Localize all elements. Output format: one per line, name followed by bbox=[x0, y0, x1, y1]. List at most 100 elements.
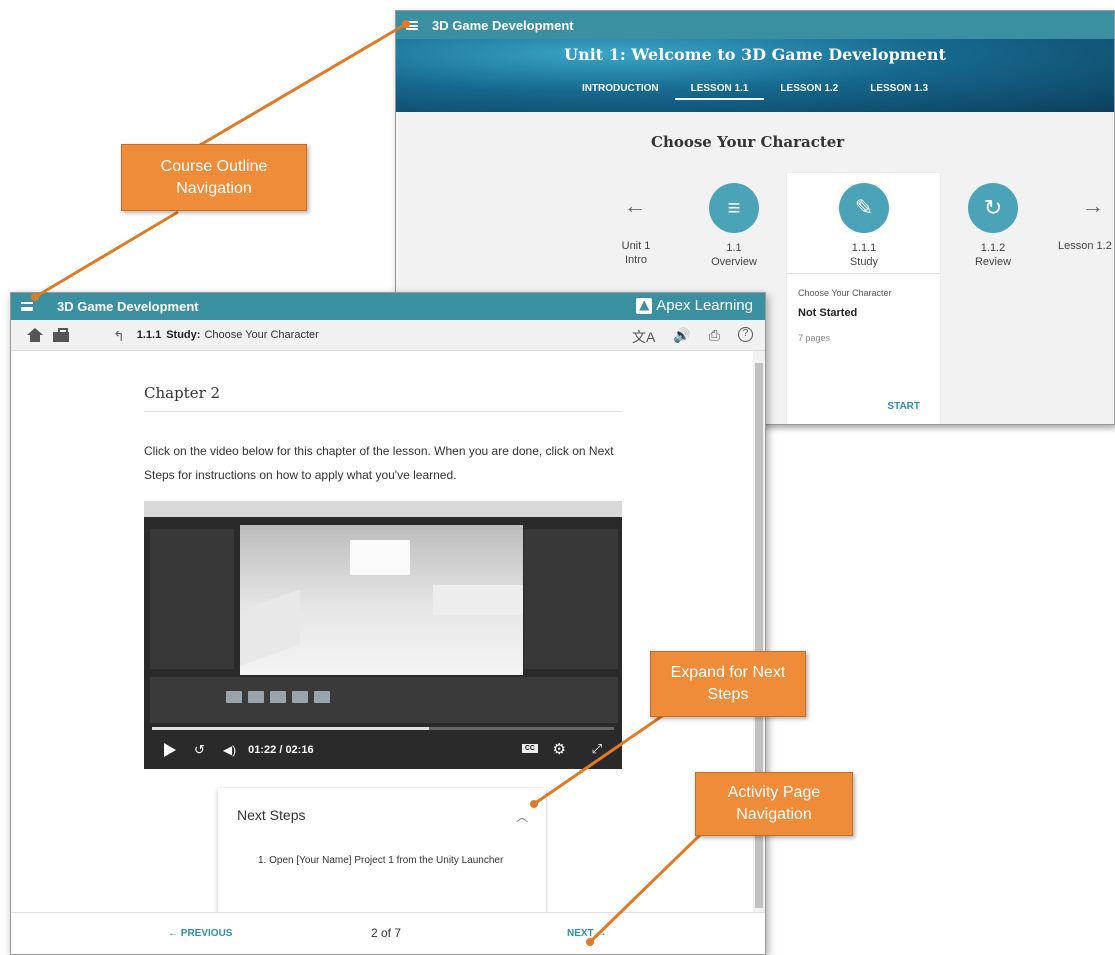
arrow-left-icon: ← bbox=[168, 928, 181, 939]
step-1-1-2-review[interactable]: ↻ 1.1.2 Review bbox=[953, 183, 1033, 269]
intro-text: Click on the video below for this chapte… bbox=[144, 444, 614, 482]
callout-text: Activity Page Navigation bbox=[727, 784, 821, 823]
next-steps-title: Next Steps bbox=[237, 807, 306, 823]
fullscreen-icon[interactable]: ⤢ bbox=[592, 741, 602, 757]
chapter-divider bbox=[144, 411, 622, 412]
outline-app-bar: 3D Game Development bbox=[396, 11, 1114, 39]
folder-icon bbox=[292, 691, 308, 703]
next-steps-item: 1. Open [Your Name] Project 1 from the U… bbox=[258, 855, 504, 866]
video-progress-fill bbox=[152, 727, 430, 730]
step-number: 1.1.1 bbox=[851, 242, 877, 254]
previous-label: PREVIOUS bbox=[180, 928, 233, 939]
callout-line bbox=[177, 22, 407, 160]
previous-button[interactable]: ← PREVIOUS bbox=[168, 928, 232, 939]
activity-content: Chapter 2 Click on the video below for t… bbox=[11, 351, 753, 933]
video-player[interactable]: ↺ ◀) 01:22 / 02:16 CC ⚙ ⤢ bbox=[144, 501, 622, 769]
tab-lesson-1-2[interactable]: LESSON 1.2 bbox=[764, 83, 854, 100]
play-icon[interactable] bbox=[164, 743, 176, 757]
callout-line bbox=[34, 210, 179, 299]
folder-icon bbox=[248, 691, 264, 703]
outline-app-title: 3D Game Development bbox=[432, 17, 574, 33]
toolbar-actions: 文A 🔊 ⎙ ? bbox=[632, 327, 753, 347]
arrow-right-icon: → bbox=[593, 928, 607, 939]
step-1-1-overview[interactable]: ≡ 1.1 Overview bbox=[694, 183, 774, 269]
activity-window: 3D Game Development Apex Learning ↰ 1.1.… bbox=[10, 292, 766, 955]
card-divider bbox=[787, 273, 940, 274]
briefcase-icon[interactable] bbox=[53, 328, 69, 342]
step-next-lesson[interactable]: Lesson 1.2 bbox=[1058, 239, 1114, 253]
folder-icon bbox=[314, 691, 330, 703]
video-controls: ↺ ◀) 01:22 / 02:16 CC ⚙ ⤢ bbox=[144, 735, 622, 765]
tab-introduction[interactable]: INTRODUCTION bbox=[566, 83, 675, 100]
folder-icon bbox=[226, 691, 242, 703]
previous-arrow-icon[interactable]: ← bbox=[624, 193, 646, 219]
page-count: 2 of 7 bbox=[371, 926, 402, 940]
card-pages: 7 pages bbox=[798, 333, 831, 343]
volume-icon[interactable]: ◀) bbox=[223, 743, 236, 757]
list-icon: ≡ bbox=[709, 183, 759, 233]
video-frame-scene bbox=[240, 525, 523, 675]
video-progress-bar[interactable] bbox=[152, 727, 614, 730]
translate-icon[interactable]: 文A bbox=[632, 327, 655, 347]
tab-lesson-1-3[interactable]: LESSON 1.3 bbox=[854, 83, 944, 100]
activity-app-bar: 3D Game Development Apex Learning bbox=[11, 293, 765, 320]
lesson-tabs: INTRODUCTION LESSON 1.1 LESSON 1.2 LESSO… bbox=[396, 83, 1114, 100]
step-label: Overview bbox=[711, 256, 757, 268]
next-button[interactable]: NEXT → bbox=[567, 928, 606, 939]
activity-toolbar: ↰ 1.1.1 Study: Choose Your Character 文A … bbox=[11, 320, 765, 351]
callout-text: Course Outline Navigation bbox=[160, 157, 268, 197]
callout-text: Expand for Next Steps bbox=[670, 664, 786, 703]
unit-banner: Unit 1: Welcome to 3D Game Development I… bbox=[396, 39, 1114, 112]
scene-block bbox=[433, 585, 523, 615]
card-subtitle: Choose Your Character bbox=[798, 288, 892, 298]
step-unit-intro[interactable]: Unit 1 Intro bbox=[596, 239, 676, 267]
home-icon[interactable] bbox=[27, 328, 43, 342]
folder-icon bbox=[270, 691, 286, 703]
callout-course-outline: Course Outline Navigation bbox=[121, 144, 307, 211]
scene-block bbox=[240, 589, 300, 666]
video-frame-toolbar bbox=[144, 501, 622, 517]
callout-expand-next-steps: Expand for Next Steps bbox=[650, 651, 806, 717]
activity-app-title: 3D Game Development bbox=[57, 299, 199, 314]
up-level-icon[interactable]: ↰ bbox=[113, 328, 125, 344]
card-status: Not Started bbox=[798, 307, 858, 319]
rewind-10-icon[interactable]: ↺ bbox=[194, 742, 205, 758]
breadcrumb-id: 1.1.1 bbox=[136, 329, 162, 341]
step-1-1-1-study[interactable]: ✎ 1.1.1 Study bbox=[824, 183, 904, 269]
video-frame-inspector bbox=[524, 529, 618, 669]
brand-name: Apex Learning bbox=[656, 297, 753, 314]
scene-block bbox=[350, 540, 410, 575]
help-icon[interactable]: ? bbox=[738, 327, 753, 342]
menu-icon[interactable] bbox=[406, 20, 418, 30]
pencil-icon: ✎ bbox=[839, 183, 889, 233]
breadcrumb-label: Study: bbox=[166, 329, 201, 341]
step-label: Review bbox=[974, 256, 1012, 268]
section-title: Choose Your Character bbox=[651, 133, 845, 151]
unit-title: Unit 1: Welcome to 3D Game Development bbox=[564, 45, 946, 64]
closed-captions-icon[interactable]: CC bbox=[521, 744, 538, 753]
start-button[interactable]: START bbox=[887, 401, 920, 412]
next-label: NEXT bbox=[567, 928, 594, 939]
settings-icon[interactable]: ⚙ bbox=[553, 740, 566, 758]
text-to-speech-icon[interactable]: 🔊 bbox=[673, 327, 690, 347]
next-lesson-label: Lesson 1.2 bbox=[1058, 240, 1112, 252]
brand: Apex Learning bbox=[636, 297, 753, 314]
tab-lesson-1-1[interactable]: LESSON 1.1 bbox=[674, 83, 765, 100]
video-frame-hierarchy bbox=[150, 529, 234, 669]
video-frame-project-panel bbox=[150, 677, 618, 723]
refresh-icon: ↻ bbox=[968, 183, 1018, 233]
step-number: 1.1 bbox=[726, 242, 742, 254]
step-prev-line1: Unit 1 bbox=[621, 240, 651, 252]
breadcrumb-title: Choose Your Character bbox=[204, 329, 319, 341]
print-icon[interactable]: ⎙ bbox=[709, 327, 720, 347]
step-number: 1.1.2 bbox=[980, 242, 1006, 254]
step-label: Study bbox=[849, 256, 879, 268]
step-prev-line2: Intro bbox=[624, 254, 647, 266]
chapter-title: Chapter 2 bbox=[144, 384, 221, 402]
chevron-up-icon[interactable]: ︿ bbox=[516, 808, 528, 825]
next-arrow-icon[interactable]: → bbox=[1082, 193, 1104, 219]
video-time: 01:22 / 02:16 bbox=[248, 744, 314, 756]
apex-logo-icon bbox=[636, 297, 653, 314]
menu-icon[interactable] bbox=[21, 302, 33, 311]
activity-footer: ← PREVIOUS 2 of 7 NEXT → bbox=[11, 912, 765, 954]
